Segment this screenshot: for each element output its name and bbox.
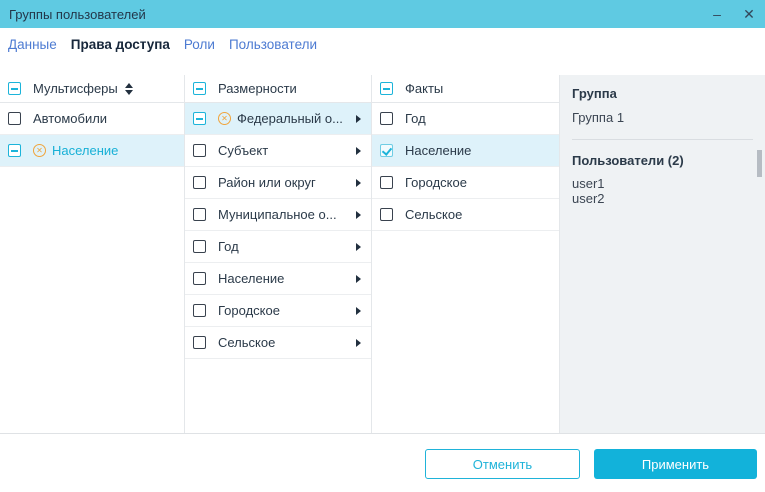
multispheres-column: Мультисферы Автомобили Население <box>0 75 185 433</box>
multispheres-header-checkbox[interactable] <box>8 82 21 95</box>
row-checkbox[interactable] <box>193 304 206 317</box>
dimensions-list: Федеральный о... Субъект Район или округ <box>185 103 371 359</box>
list-item[interactable]: Автомобили <box>0 103 184 135</box>
window-title: Группы пользователей <box>9 7 146 22</box>
facts-header-checkbox[interactable] <box>380 82 393 95</box>
facts-list: Год Население Городское <box>372 103 559 231</box>
list-item[interactable]: Население <box>372 135 559 167</box>
row-label: Сельское <box>218 335 275 350</box>
sort-icon[interactable] <box>125 83 133 95</box>
cancel-button[interactable]: Отменить <box>425 449 580 479</box>
list-item[interactable]: Городское <box>185 295 371 327</box>
row-label: Городское <box>218 303 280 318</box>
dimensions-column: Размерности Федеральный о... Субъект <box>185 75 372 433</box>
row-checkbox[interactable] <box>380 144 393 157</box>
row-label: Год <box>405 111 426 126</box>
expand-arrow-icon[interactable] <box>356 147 361 155</box>
list-item[interactable]: Район или округ <box>185 167 371 199</box>
apply-button[interactable]: Применить <box>594 449 757 479</box>
users-label: Пользователи (2) <box>572 153 753 168</box>
row-label: Население <box>52 143 118 158</box>
row-label: Население <box>405 143 471 158</box>
row-label: Сельское <box>405 207 462 222</box>
expand-arrow-icon[interactable] <box>356 275 361 283</box>
list-item[interactable]: Федеральный о... <box>185 103 371 135</box>
divider <box>572 139 753 140</box>
row-checkbox[interactable] <box>380 208 393 221</box>
facts-column: Факты Год Население <box>372 75 560 433</box>
multispheres-header: Мультисферы <box>0 75 184 103</box>
facts-header: Факты <box>372 75 559 103</box>
group-label: Группа <box>572 86 753 101</box>
dimensions-header-checkbox[interactable] <box>193 82 206 95</box>
row-checkbox[interactable] <box>193 240 206 253</box>
row-label: Год <box>218 239 239 254</box>
row-checkbox[interactable] <box>193 208 206 221</box>
row-label: Автомобили <box>33 111 107 126</box>
window-controls: – ✕ <box>701 0 765 28</box>
tab[interactable]: Данные <box>8 37 57 55</box>
scrollbar-thumb[interactable] <box>757 150 762 177</box>
group-details-panel: Группа Группа 1 Пользователи (2) user1us… <box>560 75 765 433</box>
tabbar: Данные Права доступа Роли Пользователи <box>0 28 765 75</box>
row-checkbox[interactable] <box>380 112 393 125</box>
group-value: Группа 1 <box>572 110 753 125</box>
close-icon[interactable]: ✕ <box>733 0 765 28</box>
list-item[interactable]: Год <box>372 103 559 135</box>
footer: Отменить Применить <box>0 433 765 492</box>
row-checkbox[interactable] <box>193 144 206 157</box>
row-checkbox[interactable] <box>193 336 206 349</box>
list-item[interactable]: Сельское <box>185 327 371 359</box>
list-item[interactable]: Год <box>185 231 371 263</box>
tab[interactable]: Роли <box>184 37 215 55</box>
users-list: user1user2 <box>572 176 753 206</box>
row-label: Субъект <box>218 143 268 158</box>
tab[interactable]: Пользователи <box>229 37 317 55</box>
expand-arrow-icon[interactable] <box>356 307 361 315</box>
expand-arrow-icon[interactable] <box>356 339 361 347</box>
user-groups-dialog: Группы пользователей – ✕ Данные Права дос… <box>0 0 765 492</box>
list-item[interactable]: Городское <box>372 167 559 199</box>
row-checkbox[interactable] <box>8 144 21 157</box>
row-checkbox[interactable] <box>193 176 206 189</box>
tab[interactable]: Права доступа <box>71 37 170 55</box>
multispheres-list: Автомобили Население <box>0 103 184 167</box>
row-checkbox[interactable] <box>8 112 21 125</box>
access-rights-panel: Мультисферы Автомобили Население <box>0 75 765 433</box>
facts-header-label: Факты <box>405 81 443 96</box>
dimensions-header-label: Размерности <box>218 81 297 96</box>
row-label: Федеральный о... <box>237 111 343 126</box>
list-item[interactable]: Население <box>185 263 371 295</box>
multispheres-header-label: Мультисферы <box>33 81 118 96</box>
user-item: user2 <box>572 191 753 206</box>
titlebar: Группы пользователей – ✕ <box>0 0 765 28</box>
expand-arrow-icon[interactable] <box>356 115 361 123</box>
row-checkbox[interactable] <box>193 272 206 285</box>
ban-icon <box>33 144 46 157</box>
row-label: Муниципальное о... <box>218 207 337 222</box>
minimize-icon[interactable]: – <box>701 0 733 28</box>
ban-icon <box>218 112 231 125</box>
dimensions-header: Размерности <box>185 75 371 103</box>
row-label: Район или округ <box>218 175 316 190</box>
expand-arrow-icon[interactable] <box>356 243 361 251</box>
row-label: Городское <box>405 175 467 190</box>
list-item[interactable]: Население <box>0 135 184 167</box>
user-item: user1 <box>572 176 753 191</box>
list-item[interactable]: Субъект <box>185 135 371 167</box>
row-checkbox[interactable] <box>380 176 393 189</box>
expand-arrow-icon[interactable] <box>356 211 361 219</box>
row-label: Население <box>218 271 284 286</box>
expand-arrow-icon[interactable] <box>356 179 361 187</box>
list-item[interactable]: Муниципальное о... <box>185 199 371 231</box>
row-checkbox[interactable] <box>193 112 206 125</box>
list-item[interactable]: Сельское <box>372 199 559 231</box>
